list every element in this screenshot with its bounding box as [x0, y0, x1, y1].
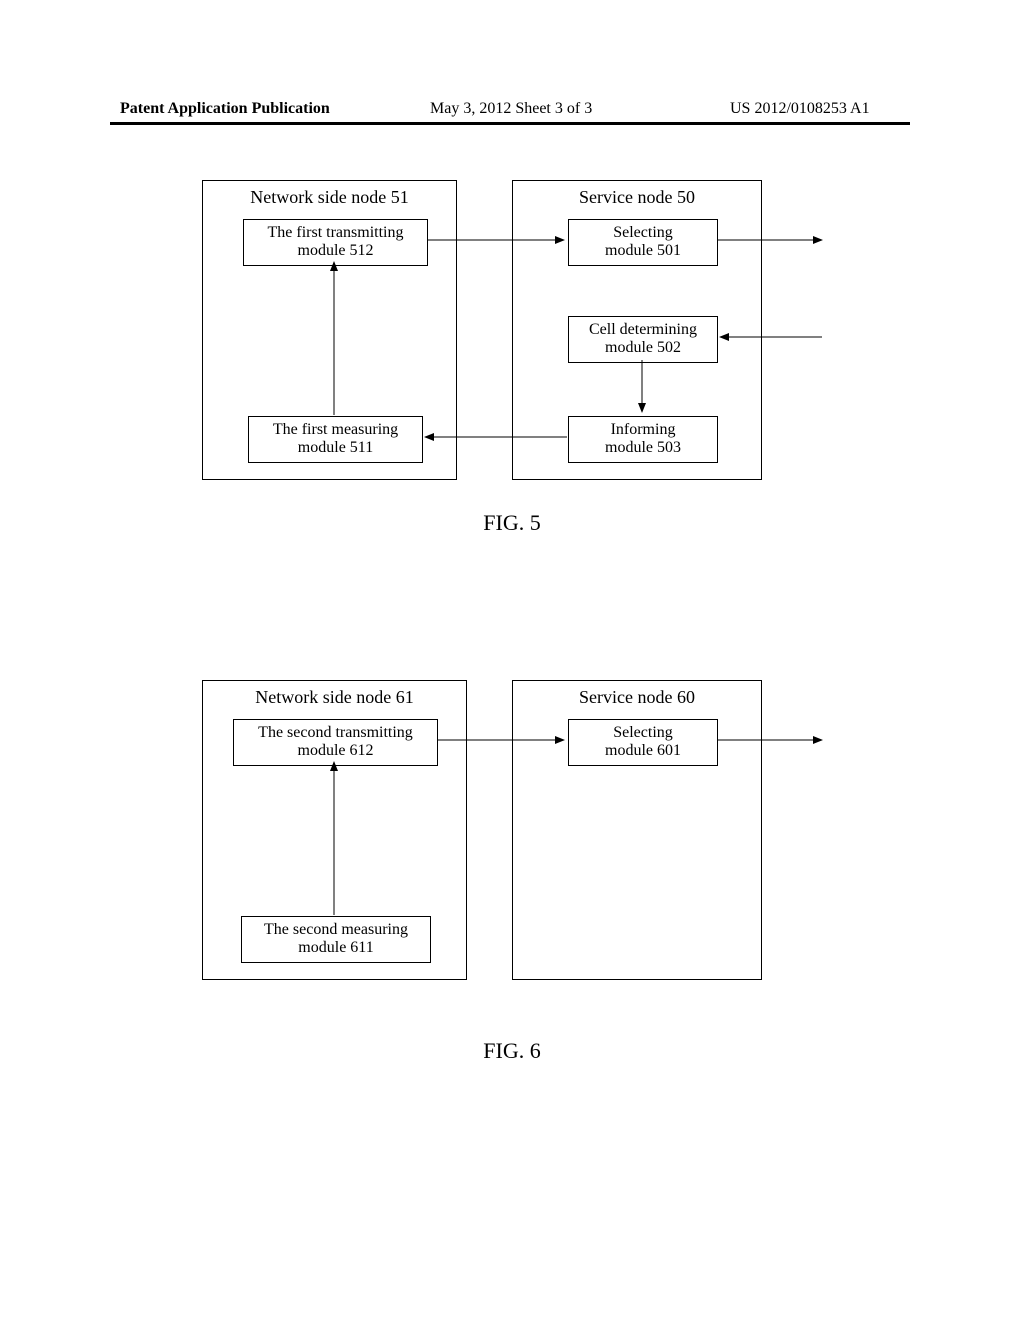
network-side-61-title: Network side node 61	[203, 681, 466, 708]
service-node-60: Service node 60 Selectingmodule 601	[512, 680, 762, 980]
page: Patent Application Publication May 3, 20…	[0, 0, 1024, 1320]
header-left: Patent Application Publication	[120, 100, 330, 118]
header-rule	[110, 122, 910, 125]
figure-6: Network side node 61 The second transmit…	[202, 680, 822, 1020]
service-node-50-title: Service node 50	[513, 181, 761, 208]
selecting-module-501: Selectingmodule 501	[568, 219, 718, 266]
network-side-node-51: Network side node 51 The first transmitt…	[202, 180, 457, 480]
selecting-module-601: Selectingmodule 601	[568, 719, 718, 766]
second-measuring-module-611: The second measuringmodule 611	[241, 916, 431, 963]
network-side-51-title: Network side node 51	[203, 181, 456, 208]
informing-module-503: Informingmodule 503	[568, 416, 718, 463]
service-node-50: Service node 50 Selectingmodule 501 Cell…	[512, 180, 762, 480]
network-side-node-61: Network side node 61 The second transmit…	[202, 680, 467, 980]
figure-6-caption: FIG. 6	[202, 1038, 822, 1064]
cell-determining-module-502: Cell determiningmodule 502	[568, 316, 718, 363]
first-measuring-module-511: The first measuringmodule 511	[248, 416, 423, 463]
figure-5-caption: FIG. 5	[202, 510, 822, 536]
first-transmitting-module-512: The first transmittingmodule 512	[243, 219, 428, 266]
figure-5: Network side node 51 The first transmitt…	[202, 180, 822, 520]
header-mid: May 3, 2012 Sheet 3 of 3	[430, 100, 592, 118]
service-node-60-title: Service node 60	[513, 681, 761, 708]
header-right: US 2012/0108253 A1	[730, 100, 870, 118]
second-transmitting-module-612: The second transmittingmodule 612	[233, 719, 438, 766]
